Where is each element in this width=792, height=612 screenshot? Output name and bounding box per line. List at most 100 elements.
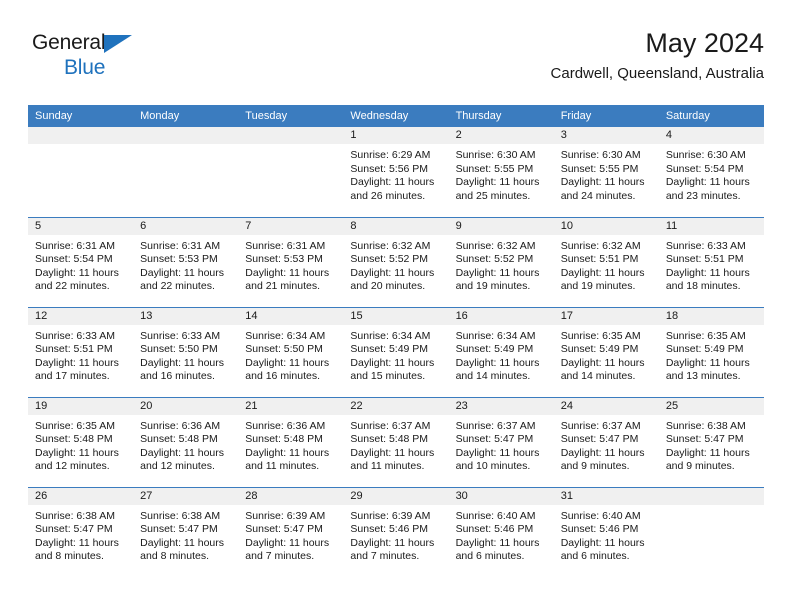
calendar-day-cell[interactable]: 12 Sunrise: 6:33 AM Sunset: 5:51 PM Dayligh…: [28, 306, 134, 397]
daylight-text: Daylight: 11 hours and 6 minutes.: [560, 536, 645, 563]
calendar-day-cell[interactable]: 31 Sunrise: 6:40 AM Sunset: 5:46 PM Dayligh…: [553, 486, 659, 577]
day-details: Sunrise: 6:34 AM Sunset: 5:49 PM Daylight:…: [343, 325, 448, 384]
calendar-day-cell[interactable]: 23 Sunrise: 6:37 AM Sunset: 5:47 PM Dayligh…: [448, 396, 554, 487]
day-number: 13: [133, 307, 239, 325]
sunset-text: Sunset: 5:48 PM: [35, 433, 113, 446]
calendar-day-cell[interactable]: 7 Sunrise: 6:31 AM Sunset: 5:53 PM Daylight…: [238, 216, 344, 307]
daylight-text: Daylight: 11 hours and 7 minutes.: [245, 536, 330, 563]
sunrise-text: Sunrise: 6:32 AM: [560, 239, 641, 252]
sunset-text: Sunset: 5:48 PM: [245, 433, 323, 446]
calendar-day-cell[interactable]: 30 Sunrise: 6:40 AM Sunset: 5:46 PM Dayligh…: [448, 486, 554, 577]
sunrise-text: Sunrise: 6:32 AM: [350, 239, 431, 252]
sunrise-text: Sunrise: 6:33 AM: [35, 329, 115, 342]
calendar-day-cell[interactable]: 15 Sunrise: 6:34 AM Sunset: 5:49 PM Dayligh…: [343, 306, 449, 397]
day-number: 23: [448, 397, 554, 415]
day-details: Sunrise: 6:33 AM Sunset: 5:51 PM Daylight:…: [28, 325, 133, 384]
calendar-day-cell-empty: [238, 127, 344, 217]
calendar-day-cell[interactable]: 14 Sunrise: 6:34 AM Sunset: 5:50 PM Dayligh…: [238, 306, 344, 397]
daylight-text: Daylight: 11 hours and 9 minutes.: [665, 446, 750, 473]
day-details: Sunrise: 6:35 AM Sunset: 5:49 PM Daylight:…: [659, 325, 764, 384]
weekday-header-saturday: Saturday: [658, 105, 764, 127]
daylight-text: Daylight: 11 hours and 12 minutes.: [35, 446, 119, 473]
calendar-day-cell[interactable]: 17 Sunrise: 6:35 AM Sunset: 5:49 PM Dayligh…: [553, 306, 659, 397]
sunset-text: Sunset: 5:52 PM: [350, 253, 429, 266]
calendar-day-cell[interactable]: 2 Sunrise: 6:30 AM Sunset: 5:55 PM Daylight…: [448, 127, 554, 217]
calendar-day-cell-empty: [658, 486, 764, 577]
calendar-week-row: 12 Sunrise: 6:33 AM Sunset: 5:51 PM Dayligh…: [28, 306, 764, 397]
day-details: Sunrise: 6:36 AM Sunset: 5:48 PM Daylight:…: [133, 415, 238, 474]
calendar-day-cell[interactable]: 18 Sunrise: 6:35 AM Sunset: 5:49 PM Dayligh…: [658, 306, 764, 397]
day-number: 3: [553, 127, 659, 144]
sunset-text: Sunset: 5:49 PM: [665, 343, 744, 356]
day-details: Sunrise: 6:32 AM Sunset: 5:52 PM Daylight:…: [449, 235, 554, 294]
sunrise-text: Sunrise: 6:33 AM: [140, 329, 221, 342]
sunrise-text: Sunrise: 6:31 AM: [140, 239, 221, 252]
calendar-day-cell[interactable]: 5 Sunrise: 6:31 AM Sunset: 5:54 PM Daylight…: [28, 216, 134, 307]
daylight-text: Daylight: 11 hours and 8 minutes.: [35, 536, 119, 563]
daylight-text: Daylight: 11 hours and 23 minutes.: [665, 176, 750, 202]
sunrise-text: Sunrise: 6:35 AM: [560, 329, 641, 342]
calendar-day-cell[interactable]: 16 Sunrise: 6:34 AM Sunset: 5:49 PM Dayligh…: [448, 306, 554, 397]
daylight-text: Daylight: 11 hours and 26 minutes.: [350, 176, 435, 202]
sunset-text: Sunset: 5:54 PM: [35, 253, 113, 266]
page-title: May 2024: [645, 28, 764, 58]
calendar-day-cell[interactable]: 27 Sunrise: 6:38 AM Sunset: 5:47 PM Dayligh…: [133, 486, 239, 577]
daylight-text: Daylight: 11 hours and 8 minutes.: [140, 536, 224, 563]
calendar-day-cell[interactable]: 11 Sunrise: 6:33 AM Sunset: 5:51 PM Dayligh…: [658, 216, 764, 307]
calendar-day-cell[interactable]: 8 Sunrise: 6:32 AM Sunset: 5:52 PM Daylight…: [343, 216, 449, 307]
calendar-day-cell[interactable]: 26 Sunrise: 6:38 AM Sunset: 5:47 PM Dayligh…: [28, 486, 134, 577]
day-details: Sunrise: 6:38 AM Sunset: 5:47 PM Daylight:…: [133, 505, 238, 564]
day-details: Sunrise: 6:31 AM Sunset: 5:54 PM Daylight:…: [28, 235, 133, 294]
day-number: [658, 487, 764, 505]
calendar-day-cell[interactable]: 25 Sunrise: 6:38 AM Sunset: 5:47 PM Dayligh…: [658, 396, 764, 487]
calendar-day-cell[interactable]: 4 Sunrise: 6:30 AM Sunset: 5:54 PM Daylight…: [658, 127, 764, 217]
daylight-text: Daylight: 11 hours and 6 minutes.: [455, 536, 540, 563]
calendar-day-cell[interactable]: 6 Sunrise: 6:31 AM Sunset: 5:53 PM Daylight…: [133, 216, 239, 307]
calendar-grid: Sunday Monday Tuesday Wednesday Thursday…: [28, 105, 764, 577]
calendar-day-cell[interactable]: 13 Sunrise: 6:33 AM Sunset: 5:50 PM Dayligh…: [133, 306, 239, 397]
daylight-text: Daylight: 11 hours and 19 minutes.: [560, 266, 645, 293]
day-details: Sunrise: 6:29 AM Sunset: 5:56 PM Daylight:…: [343, 144, 448, 203]
day-details: Sunrise: 6:33 AM Sunset: 5:51 PM Daylight:…: [659, 235, 764, 294]
calendar-day-cell[interactable]: 3 Sunrise: 6:30 AM Sunset: 5:55 PM Daylight…: [553, 127, 659, 217]
day-details: Sunrise: 6:30 AM Sunset: 5:55 PM Daylight:…: [554, 144, 659, 203]
day-details: Sunrise: 6:34 AM Sunset: 5:50 PM Daylight:…: [238, 325, 343, 384]
calendar-day-cell[interactable]: 21 Sunrise: 6:36 AM Sunset: 5:48 PM Dayligh…: [238, 396, 344, 487]
sunset-text: Sunset: 5:53 PM: [245, 253, 323, 266]
calendar-week-row: 26 Sunrise: 6:38 AM Sunset: 5:47 PM Dayligh…: [28, 486, 764, 577]
day-number: 27: [133, 487, 239, 505]
calendar-week-row: 1 Sunrise: 6:29 AM Sunset: 5:56 PM Daylight…: [28, 127, 764, 217]
calendar-day-cell[interactable]: 1 Sunrise: 6:29 AM Sunset: 5:56 PM Daylight…: [343, 127, 449, 217]
day-number: 26: [28, 487, 134, 505]
daylight-text: Daylight: 11 hours and 7 minutes.: [350, 536, 435, 563]
calendar-day-cell[interactable]: 24 Sunrise: 6:37 AM Sunset: 5:47 PM Dayligh…: [553, 396, 659, 487]
generalblue-logo[interactable]: General Blue: [32, 32, 162, 84]
day-number: 24: [553, 397, 659, 415]
weekday-header-friday: Friday: [553, 105, 659, 127]
calendar-day-cell[interactable]: 10 Sunrise: 6:32 AM Sunset: 5:51 PM Dayligh…: [553, 216, 659, 307]
calendar-day-cell[interactable]: 19 Sunrise: 6:35 AM Sunset: 5:48 PM Dayligh…: [28, 396, 134, 487]
calendar-day-cell[interactable]: 20 Sunrise: 6:36 AM Sunset: 5:48 PM Dayligh…: [133, 396, 239, 487]
calendar-day-cell-empty: [28, 127, 134, 217]
calendar-day-cell[interactable]: 22 Sunrise: 6:37 AM Sunset: 5:48 PM Dayligh…: [343, 396, 449, 487]
sunrise-text: Sunrise: 6:35 AM: [665, 329, 746, 342]
calendar-day-cell[interactable]: 9 Sunrise: 6:32 AM Sunset: 5:52 PM Daylight…: [448, 216, 554, 307]
day-details: Sunrise: 6:31 AM Sunset: 5:53 PM Daylight:…: [133, 235, 238, 294]
sunrise-text: Sunrise: 6:34 AM: [455, 329, 536, 342]
daylight-text: Daylight: 11 hours and 13 minutes.: [665, 356, 750, 383]
sunset-text: Sunset: 5:47 PM: [140, 523, 218, 536]
calendar-day-cell[interactable]: 29 Sunrise: 6:39 AM Sunset: 5:46 PM Dayligh…: [343, 486, 449, 577]
calendar-day-cell[interactable]: 28 Sunrise: 6:39 AM Sunset: 5:47 PM Dayligh…: [238, 486, 344, 577]
daylight-text: Daylight: 11 hours and 18 minutes.: [665, 266, 750, 293]
day-details: Sunrise: 6:31 AM Sunset: 5:53 PM Daylight:…: [238, 235, 343, 294]
day-number: 29: [343, 487, 449, 505]
day-number: 21: [238, 397, 344, 415]
page-header: General Blue May 2024 Cardwell, Queensla…: [28, 26, 764, 100]
daylight-text: Daylight: 11 hours and 21 minutes.: [245, 266, 330, 293]
day-number: 7: [238, 217, 344, 235]
sunset-text: Sunset: 5:54 PM: [665, 162, 744, 175]
day-number: 30: [448, 487, 554, 505]
day-number: 16: [448, 307, 554, 325]
calendar-body: 1 Sunrise: 6:29 AM Sunset: 5:56 PM Daylight…: [28, 127, 764, 577]
sunset-text: Sunset: 5:48 PM: [140, 433, 218, 446]
